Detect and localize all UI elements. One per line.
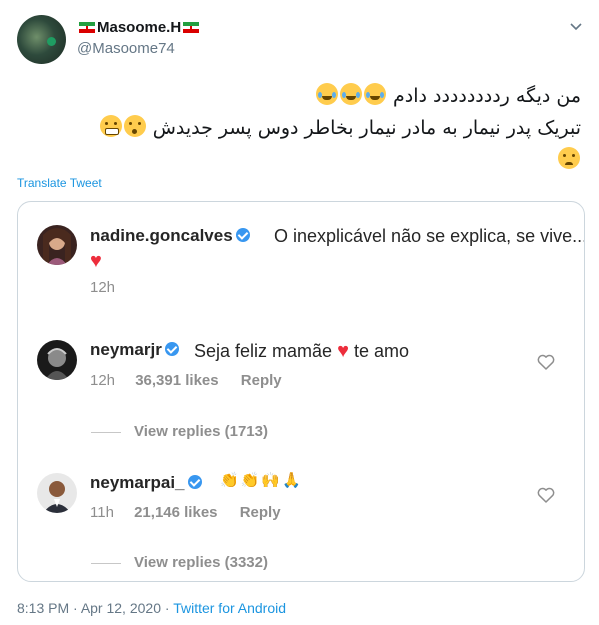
author-name: Masoome.H [97,19,182,36]
author-avatar[interactable] [17,15,66,64]
like-count[interactable]: 21,146 likes [134,504,217,521]
comment-text: Seja feliz mamãe ♥ te amo [194,340,409,362]
view-replies-divider [91,432,121,433]
woozy-face-icon [558,147,580,169]
tweet-line-1: من دیگه ردددددددد دادم [16,80,581,112]
heart-outline-icon[interactable] [537,354,555,370]
comment-username[interactable]: nadine.goncalves [90,226,253,246]
view-replies-divider [91,563,121,564]
avatar [37,473,77,513]
heart-outline-icon[interactable] [537,487,555,503]
comment-text-overflow: ♥ [90,250,102,273]
reply-button[interactable]: Reply [240,504,281,521]
comment-timestamp: 11h [90,504,114,521]
flushed-face-icon [123,115,146,137]
verified-badge-icon [187,475,202,489]
red-heart-icon: ♥ [90,250,102,272]
tweet-footer: 8:13 PM · Apr 12, 2020 · Twitter for And… [17,600,287,616]
comment-text: O inexplicável não se explica, se vive..… [274,226,585,247]
grimacing-face-icon [99,115,122,137]
author-handle[interactable]: @Masoome74 [77,40,175,57]
clapping-hands-icon: 👏 [220,472,241,489]
comment-meta: 12h 36,391 likes Reply [90,372,282,389]
comment-text: 👏👏🙌🙏 [220,471,303,492]
comment-timestamp: 12h [90,279,116,296]
iran-flag-icon [183,22,200,33]
red-heart-icon: ♥ [337,340,349,362]
avatar [37,225,77,265]
face-with-tears-of-joy-icon [339,83,362,105]
raising-hands-icon: 🙌 [261,472,283,489]
chevron-down-icon[interactable] [569,22,583,32]
face-with-tears-of-joy-icon [363,83,386,105]
tweet-line-3 [16,144,581,176]
comment-timestamp: 12h [90,372,116,389]
comment-username[interactable]: neymarjr [90,340,182,360]
tweet-source-link[interactable]: Twitter for Android [173,600,286,616]
tweet-time[interactable]: 8:13 PM [17,600,69,616]
clapping-hands-icon: 👏 [240,472,262,489]
iran-flag-icon [79,22,95,33]
author-display-name[interactable]: Masoome.H [77,19,201,36]
tweet-line-1-text: من دیگه ردددددددد دادم [392,85,581,107]
avatar [37,340,77,380]
comment-meta: 11h 21,146 likes Reply [90,504,281,521]
like-count[interactable]: 36,391 likes [135,372,218,389]
verified-badge-icon [235,228,250,242]
tweet: Masoome.H @Masoome74 من دیگه ردددددددد د… [0,0,599,625]
tweet-line-2: تبریک پدر نیمار به مادر نیمار بخاطر دوس … [16,112,581,144]
view-replies-button[interactable]: View replies (1713) [134,423,268,440]
view-replies-button[interactable]: View replies (3332) [134,554,268,571]
embedded-instagram-screenshot: nadine.goncalves O inexplicável não se e… [17,201,585,582]
reply-button[interactable]: Reply [241,372,282,389]
translate-tweet-link[interactable]: Translate Tweet [17,176,102,190]
comment-text-value: O inexplicável não se explica, se vive..… [274,226,585,246]
comment-username[interactable]: neymarpai_ [90,473,205,493]
verified-badge-icon [164,342,179,356]
tweet-text: من دیگه ردددددددد دادم تبریک پدر نیمار ب… [16,80,581,176]
face-with-tears-of-joy-icon [315,83,338,105]
folded-hands-icon: 🙏 [282,472,303,489]
tweet-line-2-text: تبریک پدر نیمار به مادر نیمار بخاطر دوس … [152,117,581,139]
tweet-date[interactable]: Apr 12, 2020 [81,600,161,616]
